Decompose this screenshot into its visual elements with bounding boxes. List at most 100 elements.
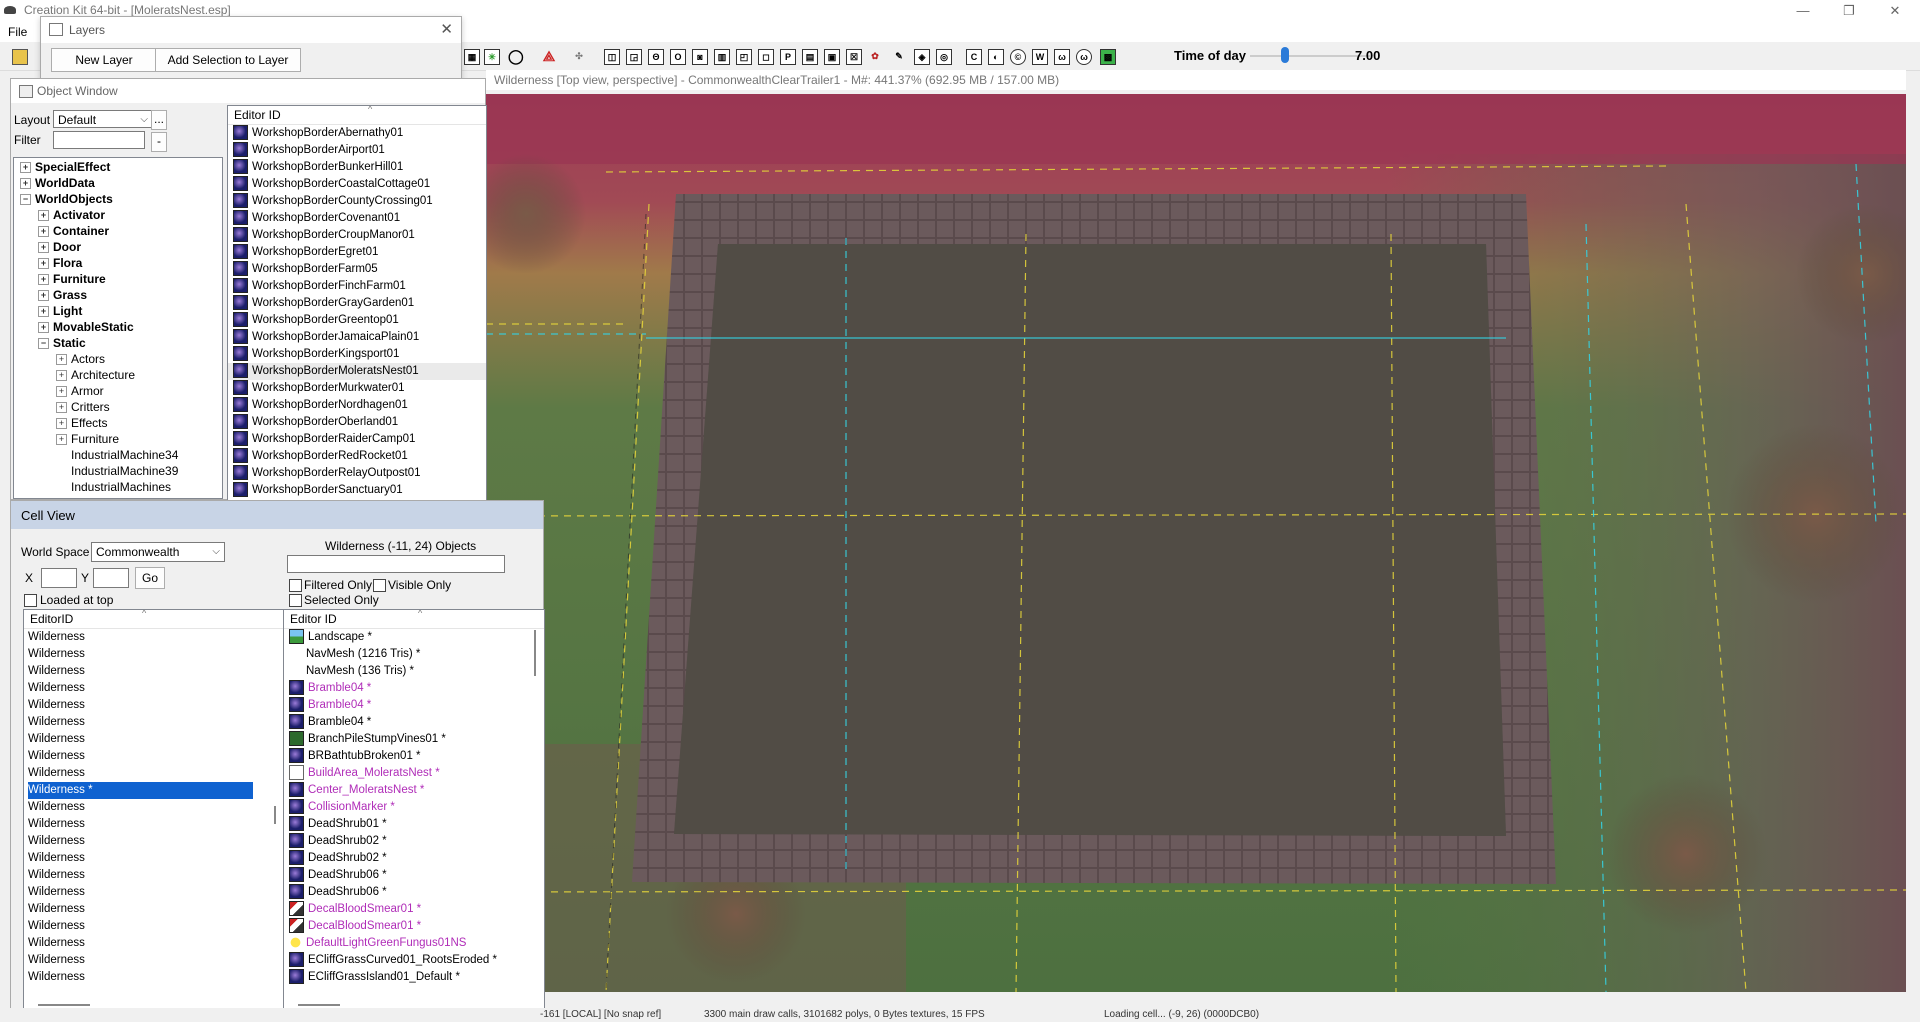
cell-list-scrollbar[interactable] [274, 806, 276, 824]
tree-node[interactable]: + Flora [38, 255, 82, 271]
cell-list-item[interactable]: Wilderness * [27, 781, 254, 800]
tree-node[interactable]: + WorldData [20, 175, 95, 191]
tree-node[interactable]: + Architecture [56, 367, 135, 383]
toolbar-tool-icon[interactable]: ▤ [802, 49, 818, 65]
add-selection-to-layer-button[interactable]: Add Selection to Layer [155, 48, 301, 72]
cell-list[interactable]: EditorID ^ Wilderness Wilderness Wildernes… [23, 609, 285, 1017]
cell-object-list-scrollbar[interactable] [534, 630, 536, 676]
filtered-only-checkbox[interactable] [289, 579, 302, 592]
minimize-button[interactable]: — [1780, 0, 1826, 22]
expand-icon[interactable]: + [38, 306, 49, 318]
cell-list-item[interactable]: Wilderness [28, 867, 253, 884]
cell-object-item[interactable]: DeadShrub06 * [284, 884, 544, 901]
cell-list-item[interactable]: Wilderness [28, 884, 253, 901]
expand-icon[interactable]: + [38, 242, 49, 254]
expand-icon[interactable]: + [56, 434, 67, 446]
toolbar-tool-icon[interactable]: ▥ [714, 49, 730, 65]
toolbar-tool-icon[interactable]: ⟁ [542, 49, 556, 63]
cell-object-list-hscrollbar[interactable] [298, 1004, 340, 1006]
layers-close-button[interactable]: ✕ [440, 20, 453, 38]
tree-node[interactable]: + Activator [38, 207, 105, 223]
cell-list-item[interactable]: Wilderness [28, 918, 253, 935]
tree-node[interactable]: + MovableStatic [38, 319, 134, 335]
loaded-at-top-checkbox[interactable] [24, 594, 37, 607]
object-list-item[interactable]: WorkshopBorderBunkerHill01 [228, 159, 486, 176]
render-viewport[interactable] [486, 94, 1906, 992]
expand-icon[interactable]: + [20, 178, 31, 190]
cell-list-item[interactable]: Wilderness [28, 663, 253, 680]
toolbar-tool-icon[interactable]: ✳ [484, 49, 500, 65]
cell-object-item[interactable]: Bramble04 * [284, 697, 544, 714]
object-list-item[interactable]: WorkshopBorderCountyCrossing01 [228, 193, 486, 210]
object-list-item[interactable]: WorkshopBorderMurkwater01 [228, 380, 486, 397]
cell-object-item[interactable]: Bramble04 * [284, 680, 544, 697]
object-list-item[interactable]: WorkshopBorderGrayGarden01 [228, 295, 486, 312]
tree-node[interactable]: + Light [38, 303, 82, 319]
cell-object-item[interactable]: DeadShrub01 * [284, 816, 544, 833]
toolbar-tool-icon[interactable]: ◫ [604, 49, 620, 65]
expand-icon[interactable]: + [38, 258, 49, 270]
expand-icon[interactable]: + [56, 354, 67, 366]
cell-object-item[interactable]: Center_MoleratsNest * [284, 782, 544, 799]
cell-list-item[interactable]: Wilderness [28, 646, 253, 663]
cell-object-item[interactable]: DeadShrub02 * [284, 833, 544, 850]
object-category-tree[interactable]: + SpecialEffect + WorldData − WorldObjects + Ac… [13, 157, 223, 499]
toolbar-tool-icon[interactable]: ▦ [464, 49, 480, 65]
tree-node[interactable]: IndustrialMachine34 [56, 447, 178, 463]
tree-node[interactable]: + Grass [38, 287, 87, 303]
cell-list-item[interactable]: Wilderness [28, 714, 253, 731]
object-list-column-header[interactable]: Editor ID ^ [228, 106, 486, 125]
object-list-item[interactable]: WorkshopBorderCovenant01 [228, 210, 486, 227]
expand-icon[interactable]: + [38, 226, 49, 238]
expand-icon[interactable]: + [56, 402, 67, 414]
close-button[interactable]: ✕ [1872, 0, 1918, 22]
collapse-icon[interactable]: − [38, 338, 49, 350]
tree-node[interactable]: + Actors [56, 351, 105, 367]
y-coordinate-input[interactable] [93, 568, 129, 588]
cell-list-item[interactable]: Wilderness [28, 969, 253, 986]
cell-object-list-column-header[interactable]: Editor ID ^ [284, 610, 544, 629]
tree-node[interactable]: + Critters [56, 399, 110, 415]
cell-list-item[interactable]: Wilderness [28, 901, 253, 918]
cell-object-item[interactable]: NavMesh (136 Tris) * [284, 663, 544, 680]
expand-icon[interactable]: + [38, 210, 49, 222]
cell-object-list[interactable]: Editor ID ^ Landscape * NavMesh (1216 Tri… [283, 609, 545, 1017]
object-list-item[interactable]: WorkshopBorderEgret01 [228, 244, 486, 261]
cell-object-item[interactable]: DeadShrub06 * [284, 867, 544, 884]
tree-node[interactable]: IndustrialMachines [56, 479, 171, 495]
x-coordinate-input[interactable] [41, 568, 77, 588]
toolbar-tool-icon[interactable]: ✎ [892, 49, 906, 63]
cell-list-item[interactable]: Wilderness [28, 680, 253, 697]
cell-list-item[interactable]: Wilderness [28, 952, 253, 969]
toolbar-tool-icon[interactable]: ▣ [824, 49, 840, 65]
toolbar-tool-icon[interactable]: ◰ [736, 49, 752, 65]
tree-node[interactable]: − Static [38, 335, 86, 351]
cell-list-column-header[interactable]: EditorID ^ [24, 610, 284, 629]
toolbar-tool-icon[interactable]: ✿ [868, 49, 882, 63]
go-button[interactable]: Go [135, 567, 165, 589]
toolbar-tool-icon[interactable]: ◲ [626, 49, 642, 65]
cell-object-item[interactable]: BuildArea_MoleratsNest * [284, 765, 544, 782]
cell-object-item[interactable]: BranchPileStumpVines01 * [284, 731, 544, 748]
object-list-item[interactable]: WorkshopBorderFinchFarm01 [228, 278, 486, 295]
cell-list-item[interactable]: Wilderness [28, 697, 253, 714]
cell-list-item[interactable]: Wilderness [28, 748, 253, 765]
worldspace-select[interactable]: Commonwealth ⌵ [91, 542, 225, 562]
toolbar-tool-icon[interactable]: ◎ [936, 49, 952, 65]
maximize-button[interactable]: ❐ [1826, 0, 1872, 22]
toolbar-tool-icon[interactable]: ω [1054, 49, 1070, 65]
expand-icon[interactable]: + [38, 274, 49, 286]
collapse-icon[interactable]: − [20, 194, 31, 206]
cell-list-item[interactable]: Wilderness [28, 833, 253, 850]
tree-node[interactable]: + Furniture [56, 431, 119, 447]
expand-icon[interactable]: + [56, 418, 67, 430]
object-list-item[interactable]: WorkshopBorderAirport01 [228, 142, 486, 159]
expand-icon[interactable]: + [38, 322, 49, 334]
lasso-icon[interactable]: ◯ [508, 49, 524, 63]
cell-object-item[interactable]: DeadShrub02 * [284, 850, 544, 867]
toolbar-tool-icon[interactable]: W [1032, 49, 1048, 65]
cell-list-item[interactable]: Wilderness [28, 629, 253, 646]
toolbar-tool-icon[interactable]: O [670, 49, 686, 65]
new-layer-button[interactable]: New Layer [51, 48, 157, 72]
cell-list-item[interactable]: Wilderness [28, 816, 253, 833]
